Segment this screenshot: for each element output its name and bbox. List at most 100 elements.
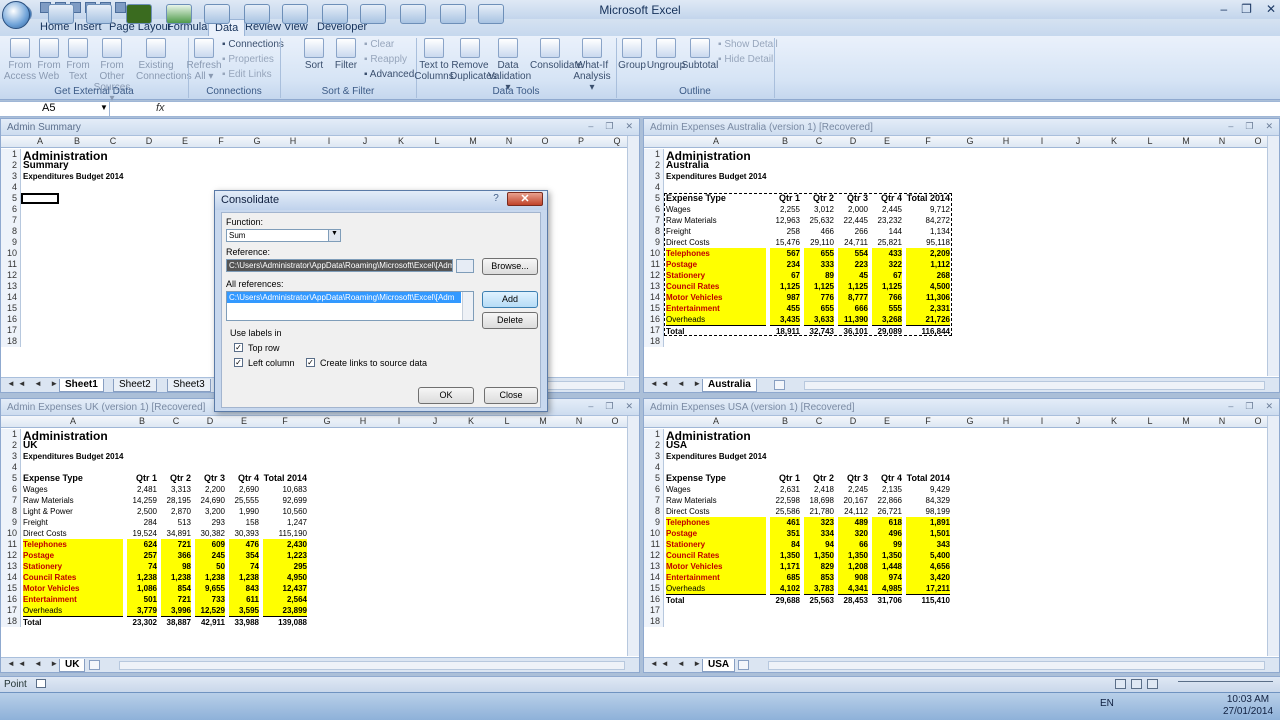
- clear-item[interactable]: ▪ Clear: [364, 39, 394, 50]
- outline-btn-2[interactable]: Subtotal: [680, 38, 720, 71]
- row-header[interactable]: 17: [1, 325, 21, 336]
- row-header[interactable]: 11: [644, 259, 664, 270]
- close-icon[interactable]: ✕: [1265, 401, 1273, 412]
- reference-input[interactable]: C:\Users\Administrator\AppData\Roaming\M…: [226, 259, 453, 272]
- office-button[interactable]: [2, 1, 30, 29]
- column-header[interactable]: J: [347, 136, 383, 146]
- column-header[interactable]: H: [345, 416, 381, 426]
- column-header[interactable]: G: [239, 136, 275, 146]
- word-icon[interactable]: [204, 4, 230, 24]
- firefox-icon[interactable]: [244, 4, 270, 24]
- page-break-view-icon[interactable]: [1147, 679, 1158, 689]
- row-header[interactable]: 13: [644, 561, 664, 572]
- row-header[interactable]: 10: [1, 528, 21, 539]
- data-tools-btn-2[interactable]: Data Validation ▾: [488, 38, 531, 93]
- name-box[interactable]: A5: [2, 102, 110, 116]
- row-header[interactable]: 16: [644, 314, 664, 325]
- list-item[interactable]: C:\Users\Administrator\AppData\Roaming\M…: [227, 292, 461, 303]
- row-header[interactable]: 13: [1, 281, 21, 292]
- row-header[interactable]: 5: [644, 473, 664, 484]
- row-header[interactable]: 9: [644, 237, 664, 248]
- language-indicator[interactable]: EN: [1100, 698, 1114, 709]
- snipping-icon[interactable]: [400, 4, 426, 24]
- column-header[interactable]: L: [489, 416, 525, 426]
- horizontal-scrollbar[interactable]: [119, 661, 625, 670]
- close-icon[interactable]: ✕: [625, 401, 633, 412]
- row-header[interactable]: 2: [1, 440, 21, 451]
- page-layout-view-icon[interactable]: [1131, 679, 1142, 689]
- close-icon[interactable]: ✕: [1265, 121, 1273, 132]
- row-header[interactable]: 10: [644, 248, 664, 259]
- minimize-icon[interactable]: –: [588, 121, 593, 132]
- column-header[interactable]: A: [21, 416, 125, 426]
- column-header[interactable]: K: [1096, 416, 1132, 426]
- column-header[interactable]: A: [664, 416, 768, 426]
- row-header[interactable]: 13: [1, 561, 21, 572]
- row-header[interactable]: 12: [644, 270, 664, 281]
- row-header[interactable]: 4: [644, 462, 664, 473]
- row-header[interactable]: 3: [1, 171, 21, 182]
- row-header[interactable]: 14: [1, 572, 21, 583]
- ok-button[interactable]: OK: [418, 387, 474, 404]
- column-header[interactable]: F: [203, 136, 239, 146]
- dreamweaver-icon[interactable]: [126, 4, 152, 24]
- column-header[interactable]: K: [1096, 136, 1132, 146]
- row-header[interactable]: 16: [1, 594, 21, 605]
- row-header[interactable]: 18: [1, 336, 21, 347]
- data-tools-btn-4[interactable]: What-If Analysis ▾: [572, 38, 612, 93]
- row-header[interactable]: 10: [1, 248, 21, 259]
- column-header[interactable]: K: [383, 136, 419, 146]
- column-header[interactable]: B: [125, 416, 159, 426]
- advanced-item[interactable]: ▪ Advanced: [364, 69, 414, 80]
- create-links-checkbox[interactable]: ✓: [306, 358, 315, 367]
- row-header[interactable]: 18: [644, 336, 664, 347]
- column-header[interactable]: C: [95, 136, 131, 146]
- column-header[interactable]: E: [167, 136, 203, 146]
- column-header[interactable]: B: [59, 136, 95, 146]
- excel-icon[interactable]: [166, 4, 192, 24]
- sheet-tab-usa[interactable]: USA: [702, 659, 736, 672]
- row-header[interactable]: 5: [644, 193, 664, 204]
- row-header[interactable]: 17: [644, 605, 664, 616]
- vertical-scrollbar[interactable]: [627, 136, 639, 376]
- column-header[interactable]: A: [664, 136, 768, 146]
- restore-icon[interactable]: ❐: [1241, 2, 1252, 16]
- column-header[interactable]: A: [21, 136, 59, 146]
- column-header[interactable]: B: [768, 136, 802, 146]
- row-header[interactable]: 9: [1, 517, 21, 528]
- data-tools-btn-1[interactable]: Remove Duplicates: [450, 38, 497, 82]
- show-detail-item[interactable]: ▪ Show Detail: [718, 39, 778, 50]
- row-header[interactable]: 8: [1, 226, 21, 237]
- row-header[interactable]: 3: [644, 451, 664, 462]
- row-header[interactable]: 2: [644, 160, 664, 171]
- add-button[interactable]: Add: [482, 291, 538, 308]
- column-header[interactable]: K: [453, 416, 489, 426]
- zoom-slider[interactable]: [1178, 681, 1273, 687]
- row-header[interactable]: 1: [1, 429, 21, 440]
- row-header[interactable]: 6: [644, 484, 664, 495]
- row-header[interactable]: 8: [644, 226, 664, 237]
- row-header[interactable]: 14: [644, 572, 664, 583]
- row-header[interactable]: 17: [1, 605, 21, 616]
- print-icon[interactable]: [115, 2, 126, 13]
- row-header[interactable]: 14: [644, 292, 664, 303]
- get-external-btn-4[interactable]: Existing Connections: [136, 38, 192, 82]
- column-header[interactable]: G: [952, 136, 988, 146]
- column-header[interactable]: M: [525, 416, 561, 426]
- column-header[interactable]: C: [802, 136, 836, 146]
- column-header[interactable]: B: [768, 416, 802, 426]
- data-tools-btn-3[interactable]: Consolidate: [530, 38, 583, 71]
- column-header[interactable]: E: [870, 136, 904, 146]
- name-box-dropdown-icon[interactable]: ▼: [100, 103, 108, 112]
- column-header[interactable]: F: [904, 416, 952, 426]
- row-header[interactable]: 7: [1, 495, 21, 506]
- column-header[interactable]: H: [988, 416, 1024, 426]
- row-header[interactable]: 8: [644, 506, 664, 517]
- row-header[interactable]: 15: [1, 303, 21, 314]
- chevron-down-icon[interactable]: ▼: [328, 230, 340, 241]
- row-header[interactable]: 12: [1, 270, 21, 281]
- column-header[interactable]: N: [491, 136, 527, 146]
- properties-item[interactable]: ▪ Properties: [222, 54, 274, 65]
- minimize-icon[interactable]: –: [588, 401, 593, 412]
- data-tools-btn-0[interactable]: Text to Columns: [414, 38, 454, 82]
